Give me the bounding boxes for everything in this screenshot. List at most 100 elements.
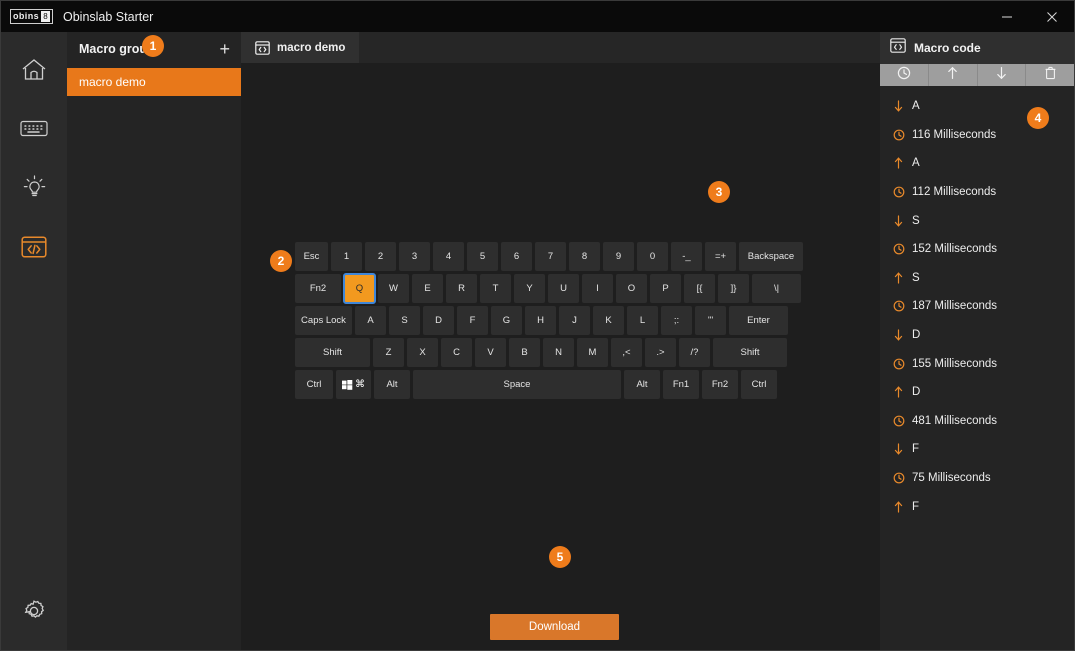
key-[interactable]: '"	[695, 306, 726, 335]
key-win-cmd-icon[interactable]: ⌘	[336, 370, 371, 399]
key-4[interactable]: 4	[433, 242, 464, 271]
key-j[interactable]: J	[559, 306, 590, 335]
key-[interactable]: [{	[684, 274, 715, 303]
key-0[interactable]: 0	[637, 242, 668, 271]
key-c[interactable]: C	[441, 338, 472, 367]
key-alt[interactable]: Alt	[374, 370, 410, 399]
key-d[interactable]: D	[423, 306, 454, 335]
clock-icon	[892, 129, 905, 141]
sidebar-item-keyboard[interactable]	[11, 108, 57, 154]
key-p[interactable]: P	[650, 274, 681, 303]
key-9[interactable]: 9	[603, 242, 634, 271]
download-button[interactable]: Download	[490, 614, 619, 640]
key-label: -_	[682, 251, 691, 262]
key-l[interactable]: L	[627, 306, 658, 335]
key-t[interactable]: T	[480, 274, 511, 303]
key-label: G	[502, 315, 511, 326]
key-n[interactable]: N	[543, 338, 574, 367]
macro-code-item[interactable]: S	[880, 206, 1074, 235]
key-shift[interactable]: Shift	[295, 338, 370, 367]
key-label: Enter	[747, 315, 770, 326]
macro-code-item[interactable]: A	[880, 149, 1074, 178]
key-7[interactable]: 7	[535, 242, 566, 271]
delay-button[interactable]	[880, 64, 929, 86]
macro-code-item[interactable]: S	[880, 264, 1074, 293]
macro-code-item[interactable]: 187 Milliseconds	[880, 292, 1074, 321]
key-[interactable]: ,<	[611, 338, 642, 367]
sidebar-item-home[interactable]	[11, 49, 57, 95]
key-esc[interactable]: Esc	[295, 242, 328, 271]
key-r[interactable]: R	[446, 274, 477, 303]
key-1[interactable]: 1	[331, 242, 362, 271]
macro-group-item[interactable]: macro demo	[67, 68, 241, 96]
macro-code-list[interactable]: A 116 Milliseconds A 112 Milliseconds S 152 M…	[880, 86, 1074, 650]
sidebar-item-macro[interactable]	[11, 226, 57, 272]
key-space[interactable]: Space	[413, 370, 621, 399]
key-fn2[interactable]: Fn2	[702, 370, 738, 399]
key-y[interactable]: Y	[514, 274, 545, 303]
key-k[interactable]: K	[593, 306, 624, 335]
key-fn1[interactable]: Fn1	[663, 370, 699, 399]
key-[interactable]: /?	[679, 338, 710, 367]
key-up-button[interactable]	[929, 64, 978, 86]
key-shift[interactable]: Shift	[713, 338, 787, 367]
key-fn2[interactable]: Fn2	[295, 274, 341, 303]
key-s[interactable]: S	[389, 306, 420, 335]
macro-code-item[interactable]: D	[880, 321, 1074, 350]
key-5[interactable]: 5	[467, 242, 498, 271]
sidebar-item-settings[interactable]	[11, 590, 57, 636]
key-alt[interactable]: Alt	[624, 370, 660, 399]
key-[interactable]: .>	[645, 338, 676, 367]
home-icon	[21, 58, 47, 87]
virtual-keyboard[interactable]: Esc 1 2 3 4 5 6 7 8 9 0 -_ =+ Backspace Fn2 Q W E R T Y U I O P […	[295, 242, 822, 402]
macro-code-item[interactable]: 112 Milliseconds	[880, 178, 1074, 207]
sidebar-item-lighting[interactable]	[11, 167, 57, 213]
minimize-button[interactable]	[984, 1, 1029, 32]
macro-code-item-label: 187 Milliseconds	[912, 300, 998, 313]
add-macro-group-button[interactable]: +	[216, 40, 233, 58]
delete-button[interactable]	[1026, 64, 1074, 86]
key-e[interactable]: E	[412, 274, 443, 303]
key-v[interactable]: V	[475, 338, 506, 367]
key-[interactable]: \|	[752, 274, 801, 303]
key-a[interactable]: A	[355, 306, 386, 335]
key-backspace[interactable]: Backspace	[739, 242, 803, 271]
macro-code-item[interactable]: F	[880, 492, 1074, 521]
macro-code-item[interactable]: 481 Milliseconds	[880, 407, 1074, 436]
key-label: Shift	[740, 347, 760, 358]
key-[interactable]: ;:	[661, 306, 692, 335]
macro-code-item[interactable]: 155 Milliseconds	[880, 349, 1074, 378]
key-[interactable]: -_	[671, 242, 702, 271]
key-g[interactable]: G	[491, 306, 522, 335]
key-z[interactable]: Z	[373, 338, 404, 367]
close-button[interactable]	[1029, 1, 1074, 32]
key-w[interactable]: W	[378, 274, 409, 303]
key-f[interactable]: F	[457, 306, 488, 335]
key-3[interactable]: 3	[399, 242, 430, 271]
key-[interactable]: =+	[705, 242, 736, 271]
keyboard-row: Esc 1 2 3 4 5 6 7 8 9 0 -_ =+ Backspace	[295, 242, 822, 271]
tab-macro-demo[interactable]: macro demo	[241, 32, 360, 63]
key-2[interactable]: 2	[365, 242, 396, 271]
macro-code-item[interactable]: 152 Milliseconds	[880, 235, 1074, 264]
key-8[interactable]: 8	[569, 242, 600, 271]
key-6[interactable]: 6	[501, 242, 532, 271]
key-ctrl[interactable]: Ctrl	[741, 370, 777, 399]
key-[interactable]: ]}	[718, 274, 749, 303]
key-q[interactable]: Q	[343, 273, 376, 304]
key-caps-lock[interactable]: Caps Lock	[295, 306, 352, 335]
key-enter[interactable]: Enter	[729, 306, 788, 335]
key-m[interactable]: M	[577, 338, 608, 367]
key-u[interactable]: U	[548, 274, 579, 303]
key-i[interactable]: I	[582, 274, 613, 303]
key-b[interactable]: B	[509, 338, 540, 367]
macro-code-item[interactable]: 75 Milliseconds	[880, 464, 1074, 493]
key-h[interactable]: H	[525, 306, 556, 335]
macro-code-item[interactable]: D	[880, 378, 1074, 407]
key-down-button[interactable]	[978, 64, 1027, 86]
key-o[interactable]: O	[616, 274, 647, 303]
key-x[interactable]: X	[407, 338, 438, 367]
macro-code-item[interactable]: F	[880, 435, 1074, 464]
key-ctrl[interactable]: Ctrl	[295, 370, 333, 399]
key-label: Fn1	[672, 379, 690, 390]
